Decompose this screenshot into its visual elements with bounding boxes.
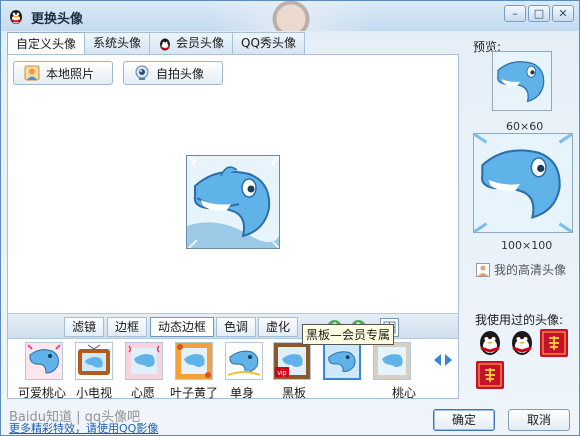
tab-label: 系统头像 [93, 36, 142, 50]
title-bar: 更换头像 – □ ✕ [1, 1, 579, 31]
effect-tab-label: 虚化 [266, 320, 291, 334]
frame-thumb-single[interactable] [225, 342, 263, 380]
tab-label: 会员头像 [176, 36, 225, 50]
frame-thumb-cute-heart[interactable] [25, 342, 63, 380]
wish-frame-thumb-image [126, 343, 162, 379]
tab-label: 自定义头像 [16, 36, 77, 51]
qq-penguin-icon[interactable] [476, 329, 504, 357]
minimize-icon: – [512, 7, 518, 20]
change-avatar-dialog: 更换头像 – □ ✕ 自定义头像 系统头像 会员头像 QQ秀头像 本地照片 自拍… [0, 0, 580, 436]
ok-button[interactable]: 确定 [433, 409, 495, 431]
qq-penguin-icon [160, 38, 171, 50]
single-frame-thumb-image [226, 343, 262, 379]
person-icon [476, 262, 490, 277]
peach-frame-thumb-image [374, 343, 410, 379]
effect-tab-label: 色调 [224, 320, 249, 334]
dolphin-preview-large-image [474, 134, 572, 232]
tab-system-avatar[interactable]: 系统头像 [84, 32, 151, 54]
frame-thumb-selected[interactable] [323, 342, 361, 380]
local-photo-button[interactable]: 本地照片 [13, 61, 113, 85]
person-photo-icon [24, 65, 40, 81]
self-shot-label: 自拍头像 [156, 66, 205, 81]
tab-vip-avatar[interactable]: 会员头像 [149, 32, 234, 54]
effect-tab-filter[interactable]: 滤镜 [64, 317, 105, 337]
hd-avatar-label: 我的高清头像 [494, 263, 567, 277]
effect-tab-blur[interactable]: 虚化 [258, 317, 299, 337]
frame-label: 黑板 [282, 386, 307, 400]
maximize-button[interactable]: □ [528, 5, 550, 22]
window-title: 更换头像 [31, 12, 84, 27]
frame-thumb-blackboard[interactable]: vip [273, 342, 311, 380]
webcam-icon [135, 65, 149, 80]
frame-label: 单身 [230, 386, 255, 400]
effect-tab-label: 动态边框 [158, 320, 207, 334]
frame-label: 小电视 [76, 386, 113, 400]
qq-image-link[interactable]: 更多精彩特效，请使用QQ影像 [9, 420, 158, 436]
preview-large-size: 100×100 [501, 239, 553, 252]
dolphin-thumb-image [26, 343, 62, 379]
avatar-canvas[interactable] [186, 155, 280, 249]
frame-tooltip: 黑板—会员专属 [302, 324, 395, 345]
preview-small-size: 60×60 [506, 120, 544, 133]
tab-qqshow-avatar[interactable]: QQ秀头像 [232, 32, 305, 54]
tv-frame-thumb-image [76, 343, 112, 379]
dolphin-preview-small-image [493, 52, 551, 110]
frame-thumb-small-tv[interactable] [75, 342, 113, 380]
frame-thumb-peach-heart[interactable] [373, 342, 411, 380]
fu-red-icon[interactable] [540, 329, 568, 357]
selected-frame-thumb-image [325, 344, 359, 378]
effect-tab-animated-frame[interactable]: 动态边框 [150, 317, 215, 337]
tab-label: QQ秀头像 [241, 36, 296, 50]
close-button[interactable]: ✕ [552, 5, 574, 22]
minimize-button[interactable]: – [504, 5, 526, 22]
used-avatars-label: 我使用过的头像: [475, 313, 564, 327]
avatar-source-tabs: 自定义头像 系统头像 会员头像 QQ秀头像 [7, 32, 305, 55]
hd-avatar-link[interactable]: 我的高清头像 [476, 261, 566, 278]
preview-large [473, 133, 573, 233]
blackboard-frame-thumb-image: vip [274, 343, 310, 379]
frame-label: 可爱桃心 [18, 386, 67, 400]
frame-thumb-wish[interactable] [125, 342, 163, 380]
frame-thumb-yellow-leaves[interactable] [175, 342, 213, 380]
close-icon: ✕ [558, 7, 568, 20]
local-photo-label: 本地照片 [46, 66, 95, 81]
frame-label: 桃心 [392, 386, 417, 400]
scroll-left-icon[interactable] [434, 354, 441, 366]
frame-label: 心愿 [131, 386, 156, 400]
editor-panel: 本地照片 自拍头像 滤镜 边框 动态边框 色调 虚化 vip 可爱桃心 小电视 … [7, 54, 459, 400]
qq-logo-icon [10, 10, 22, 24]
self-shot-button[interactable]: 自拍头像 [123, 61, 223, 85]
effect-tab-label: 边框 [115, 320, 140, 334]
frame-label: 叶子黄了 [170, 386, 219, 400]
qq-penguin-icon[interactable] [508, 329, 536, 357]
vip-badge: vip [278, 370, 287, 377]
effect-tab-frame[interactable]: 边框 [107, 317, 148, 337]
scroll-right-icon[interactable] [445, 354, 452, 366]
effect-tab-tone[interactable]: 色调 [216, 317, 257, 337]
maximize-icon: □ [533, 7, 545, 20]
leaves-frame-thumb-image [176, 343, 212, 379]
cancel-button[interactable]: 取消 [508, 409, 570, 431]
effect-tab-label: 滤镜 [72, 320, 97, 334]
title-decoration [211, 1, 371, 31]
tab-custom-avatar[interactable]: 自定义头像 [7, 32, 86, 55]
dolphin-avatar-image [187, 156, 279, 248]
preview-small [492, 51, 552, 111]
fu-red-icon[interactable] [476, 361, 504, 389]
